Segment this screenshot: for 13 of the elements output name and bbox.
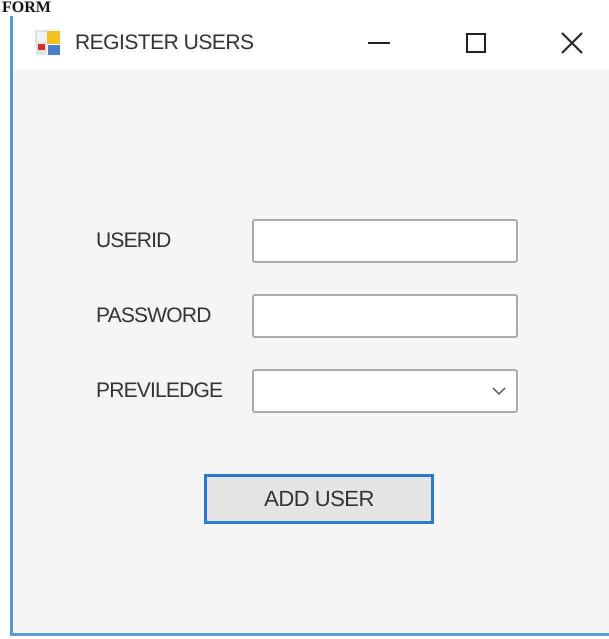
field-label: USERID: [96, 229, 172, 253]
window-title: REGISTER USERS: [75, 31, 254, 55]
dropdown-field[interactable]: [252, 369, 518, 413]
field-label: PREVILEDGE: [96, 379, 224, 403]
input-field[interactable]: [252, 294, 518, 338]
close-icon[interactable]: [561, 32, 583, 54]
add-user-button[interactable]: ADD USER: [204, 474, 434, 524]
input-field[interactable]: [252, 219, 518, 263]
caret-icon: [492, 387, 506, 395]
field-label: PASSWORD: [96, 304, 212, 328]
app-icon: [35, 30, 61, 56]
page-heading: FORM: [1, 0, 52, 16]
maximize-icon[interactable]: [465, 32, 487, 54]
